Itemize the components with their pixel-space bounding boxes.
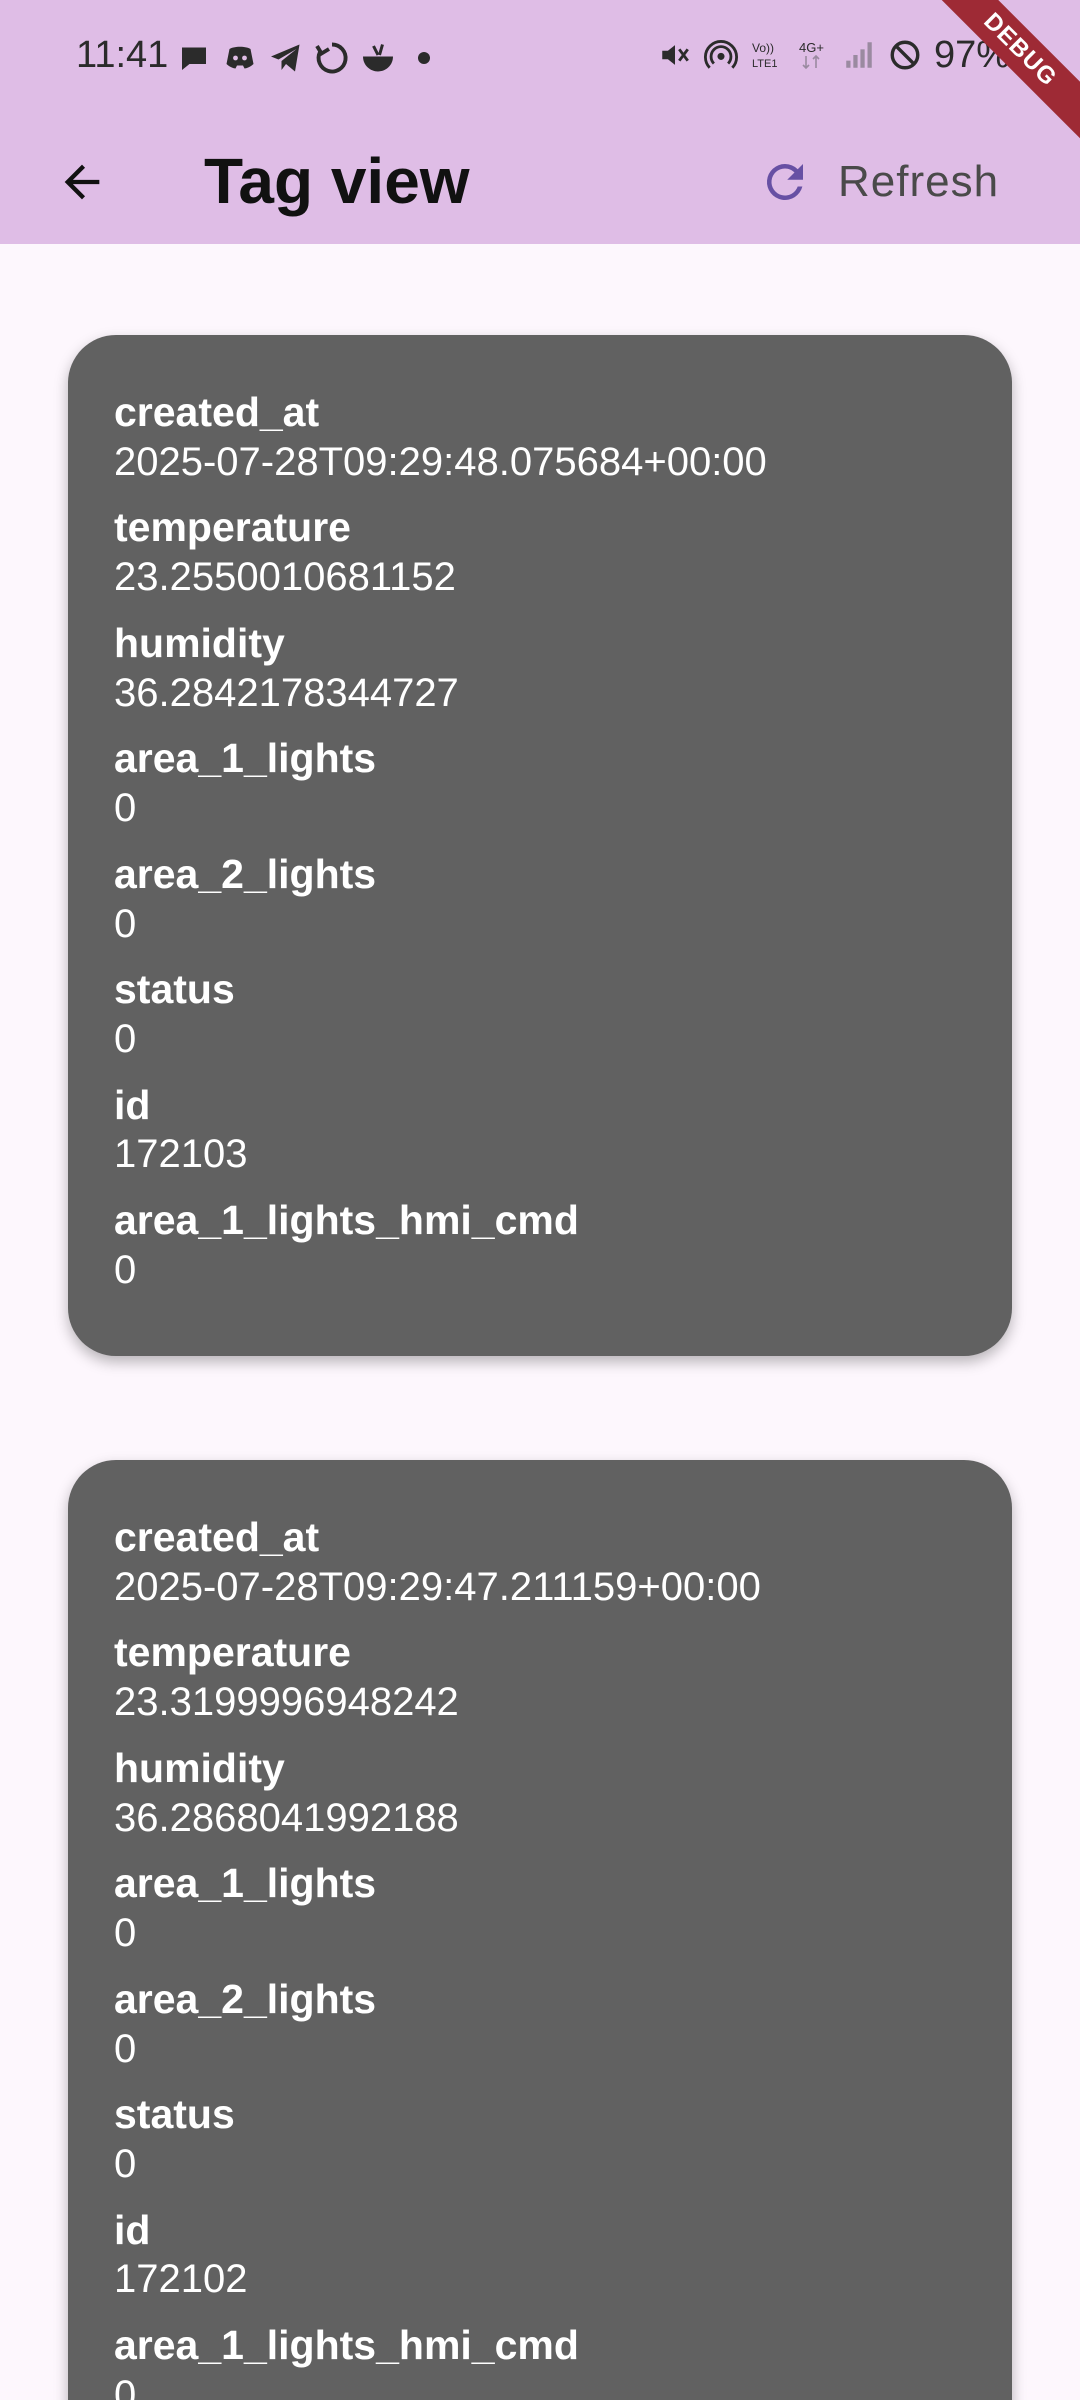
telegram-icon — [271, 44, 300, 72]
field-value: 0 — [114, 901, 137, 946]
field-key: area_1_lights — [114, 1860, 377, 1907]
field-value: 0 — [114, 1016, 137, 1061]
discord-icon — [226, 46, 254, 69]
sync-icon — [315, 42, 348, 74]
chat-bubble-icon — [182, 47, 206, 70]
field-value: 23.3199996948242 — [114, 1680, 459, 1725]
tag-list[interactable]: created_at 2025-07-28T09:29:48.075684+00… — [0, 244, 1080, 2400]
signal-icon — [846, 42, 872, 68]
field-key: temperature — [114, 504, 351, 551]
field-key: id — [114, 1081, 151, 1128]
arrow-back-icon — [64, 164, 100, 200]
tag-card: created_at 2025-07-28T09:29:47.211159+00… — [68, 1460, 1012, 2400]
field-value: 0 — [114, 1247, 137, 1292]
svg-text:Vo)): Vo)) — [752, 41, 774, 55]
back-button[interactable] — [42, 142, 122, 222]
volte-icon: Vo)) LTE1 — [752, 41, 777, 70]
field-key: area_1_lights_hmi_cmd — [114, 2321, 579, 2368]
field-key: area_2_lights — [114, 850, 377, 897]
field-value: 172103 — [114, 1132, 248, 1177]
field-key: area_2_lights — [114, 1975, 377, 2022]
notification-icons — [176, 40, 442, 76]
field-value: 0 — [114, 2141, 137, 2186]
field-value: 0 — [114, 2372, 137, 2400]
svg-text:4G+: 4G+ — [799, 40, 824, 55]
tag-card: created_at 2025-07-28T09:29:48.075684+00… — [68, 335, 1012, 1357]
field-key: status — [114, 2091, 235, 2138]
app-bar: Tag view Refresh — [0, 120, 1080, 244]
field-key: id — [114, 2206, 151, 2253]
system-icons: Vo)) LTE1 4G+ 97% — [658, 36, 1010, 74]
field-value: 36.2868041992188 — [114, 1795, 459, 1840]
field-value: 0 — [114, 2026, 137, 2071]
field-key: temperature — [114, 1629, 351, 1676]
status-bar: 11:41 Vo)) LTE1 4G+ 97% — [0, 0, 1080, 120]
field-value: 2025-07-28T09:29:48.075684+00:00 — [114, 439, 767, 484]
page-title: Tag view — [204, 145, 470, 217]
field-key: status — [114, 966, 235, 1013]
field-value: 172102 — [114, 2257, 248, 2302]
dot-icon — [418, 52, 430, 64]
field-key: area_1_lights — [114, 735, 377, 782]
field-value: 2025-07-28T09:29:47.211159+00:00 — [114, 1564, 761, 1609]
refresh-button[interactable]: Refresh — [728, 138, 1029, 226]
field-value: 0 — [114, 786, 137, 831]
mute-icon — [662, 45, 689, 65]
field-key: humidity — [114, 619, 285, 666]
4g-icon: 4G+ — [799, 40, 824, 70]
status-time: 11:41 — [76, 34, 169, 76]
field-value: 0 — [114, 1911, 137, 1956]
field-value: 36.2842178344727 — [114, 670, 459, 715]
svg-text:LTE1: LTE1 — [752, 58, 777, 70]
dnd-icon — [890, 40, 920, 70]
field-value: 23.2550010681152 — [114, 555, 456, 600]
hotspot-icon — [703, 40, 738, 69]
field-key: area_1_lights_hmi_cmd — [114, 1196, 579, 1243]
bowl-icon — [363, 44, 393, 72]
field-key: created_at — [114, 1514, 320, 1560]
refresh-label: Refresh — [838, 157, 1000, 206]
refresh-icon — [766, 163, 803, 200]
field-key: humidity — [114, 1744, 285, 1791]
field-key: created_at — [114, 389, 320, 435]
